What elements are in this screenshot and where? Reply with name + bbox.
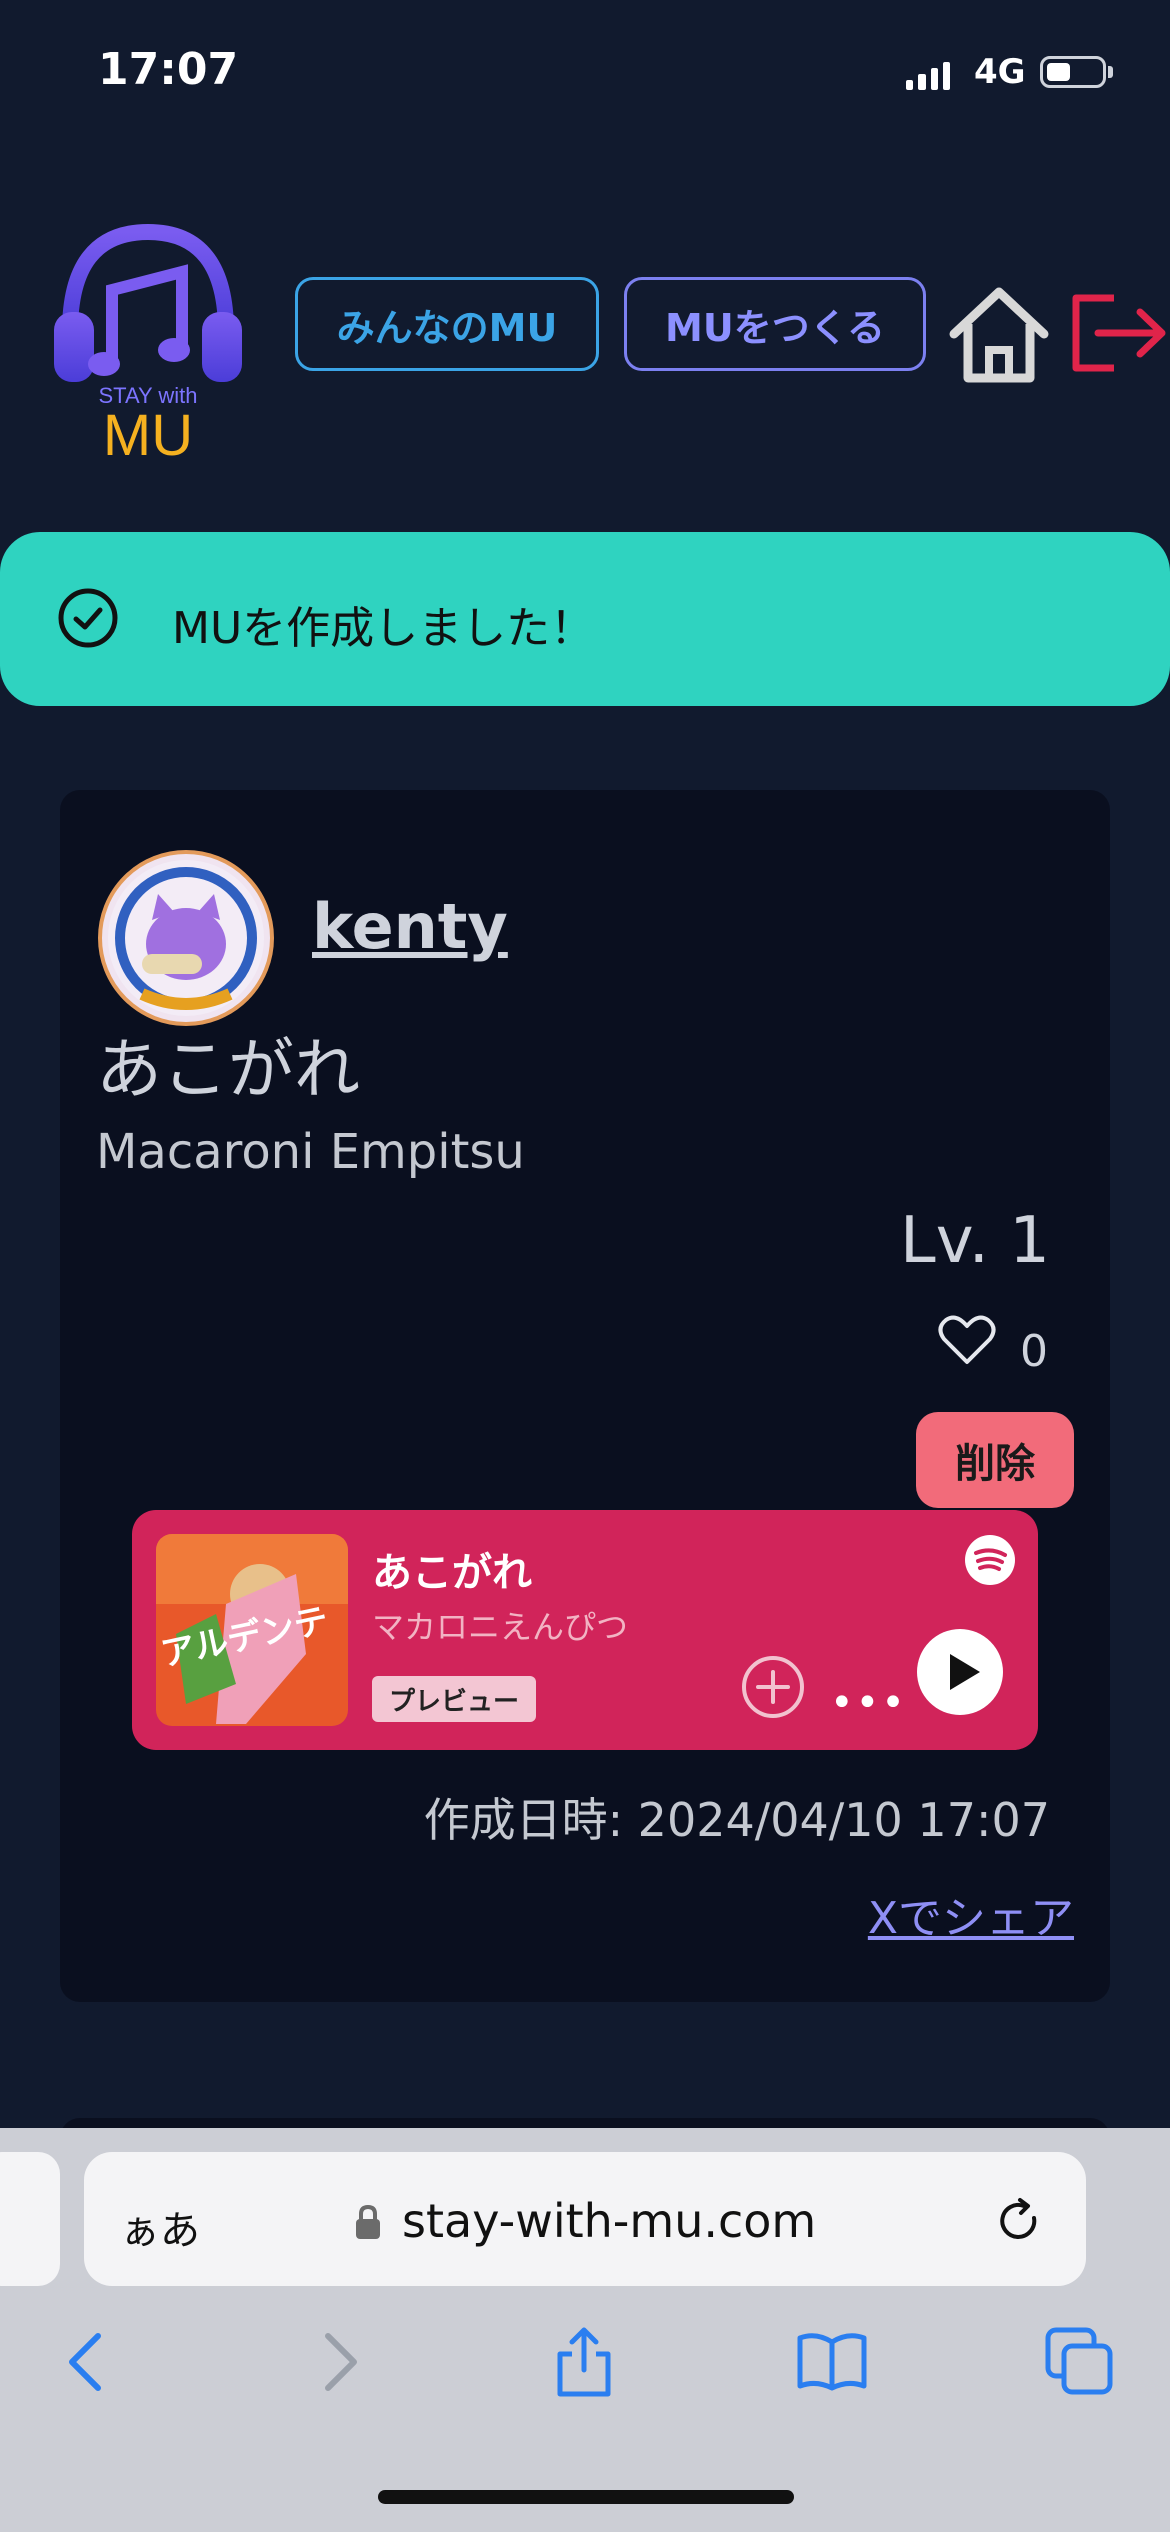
- toast-message: MUを作成しました！: [172, 603, 595, 654]
- back-icon[interactable]: [52, 2326, 124, 2398]
- username-link[interactable]: kenty: [312, 890, 508, 963]
- artist-name: Macaroni Empitsu: [96, 1124, 525, 1180]
- logo-wordmark: MU: [102, 403, 194, 468]
- song-title: あこがれ: [96, 1031, 360, 1108]
- share-on-x-link[interactable]: Xでシェア: [868, 1882, 1074, 1946]
- reload-icon[interactable]: [994, 2196, 1044, 2246]
- preview-badge: プレビュー: [372, 1676, 536, 1722]
- lock-icon: [356, 2204, 380, 2239]
- battery-tip: [1108, 66, 1113, 78]
- signal-icon: [906, 58, 950, 90]
- delete-button[interactable]: 削除: [916, 1412, 1074, 1508]
- network-label: 4G: [974, 52, 1026, 92]
- tabs-icon[interactable]: [1044, 2326, 1116, 2398]
- create-mu-button[interactable]: MUをつくる: [624, 277, 926, 371]
- more-options-icon[interactable]: •••: [830, 1680, 907, 1726]
- heart-icon[interactable]: [938, 1314, 996, 1366]
- text-size-button[interactable]: ぁあ: [120, 2198, 200, 2256]
- spotify-icon[interactable]: [964, 1534, 1016, 1586]
- play-icon[interactable]: [916, 1628, 1004, 1716]
- avatar[interactable]: [98, 850, 274, 1026]
- everyone-mu-button[interactable]: みんなのMU: [295, 277, 599, 371]
- url-text[interactable]: stay-with-mu.com: [402, 2194, 816, 2248]
- created-at: 作成日時: 2024/04/10 17:07: [423, 1793, 1050, 1847]
- share-icon[interactable]: [548, 2326, 620, 2398]
- bookmarks-icon[interactable]: [796, 2326, 868, 2398]
- logout-icon[interactable]: [1068, 290, 1168, 376]
- previous-tab-preview[interactable]: [0, 2152, 60, 2286]
- avatar-cat-icon: [108, 860, 264, 1016]
- battery-icon: [1040, 56, 1106, 88]
- add-circle-icon[interactable]: [740, 1654, 806, 1720]
- home-icon[interactable]: [946, 282, 1052, 386]
- embed-track-title: あこがれ: [372, 1550, 532, 1596]
- embed-artist-name[interactable]: マカロニえんぴつ: [372, 1602, 628, 1648]
- home-indicator: [378, 2490, 794, 2504]
- status-time: 17:07: [98, 44, 239, 95]
- check-circle-icon: [58, 588, 118, 648]
- like-count: 0: [1020, 1326, 1048, 1377]
- album-art[interactable]: アルデンテ: [156, 1534, 348, 1726]
- forward-icon[interactable]: [302, 2326, 374, 2398]
- level-label: Lv. 1: [900, 1204, 1050, 1278]
